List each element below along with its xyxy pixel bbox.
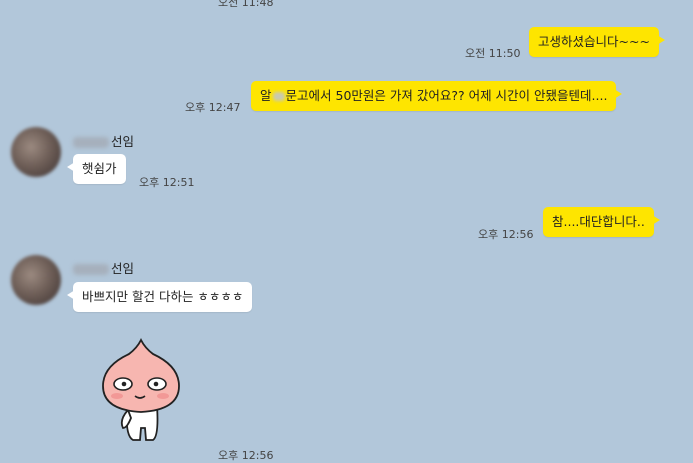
- my-message-bubble[interactable]: 고생하셨습니다~~~: [529, 27, 665, 57]
- message-time: 오전 11:48: [218, 0, 274, 9]
- message-text: 햇쉼가: [82, 161, 117, 176]
- message-time: 오후 12:47: [185, 101, 241, 114]
- message-time: 오후 12:56: [478, 228, 534, 241]
- peach-emoticon-icon[interactable]: [95, 336, 187, 448]
- message-text-prefix: 알: [260, 88, 272, 103]
- message-time: 오후 12:51: [139, 176, 195, 189]
- message-text: 고생하셨습니다~~~: [538, 34, 650, 49]
- redacted-text: [272, 92, 285, 101]
- sender-avatar[interactable]: [11, 127, 61, 177]
- message-time: 오후 12:56: [218, 449, 274, 462]
- my-message-bubble[interactable]: 알 문고에서 50만원은 가져 갔어요?? 어제 시간이 안됐을텐데....: [251, 81, 623, 111]
- sender-name-suffix: 선임: [111, 134, 135, 149]
- redacted-name: [73, 264, 109, 275]
- sender-name-suffix: 선임: [111, 261, 135, 276]
- sender-avatar[interactable]: [11, 255, 61, 305]
- other-message-bubble[interactable]: 바쁘지만 할건 다하는 ㅎㅎㅎㅎ: [66, 282, 253, 312]
- message-time: 오전 11:50: [465, 47, 521, 60]
- sender-name: 선임: [73, 131, 134, 150]
- my-message-bubble[interactable]: 참....대단합니다..: [543, 207, 660, 237]
- message-text: 바쁘지만 할건 다하는 ㅎㅎㅎㅎ: [82, 289, 244, 304]
- message-text: 문고에서 50만원은 가져 갔어요?? 어제 시간이 안됐을텐데....: [285, 88, 608, 103]
- sender-name: 선임: [73, 258, 134, 277]
- message-text: 참....대단합니다..: [552, 214, 645, 229]
- redacted-name: [73, 137, 109, 148]
- other-message-bubble[interactable]: 햇쉼가: [67, 154, 126, 184]
